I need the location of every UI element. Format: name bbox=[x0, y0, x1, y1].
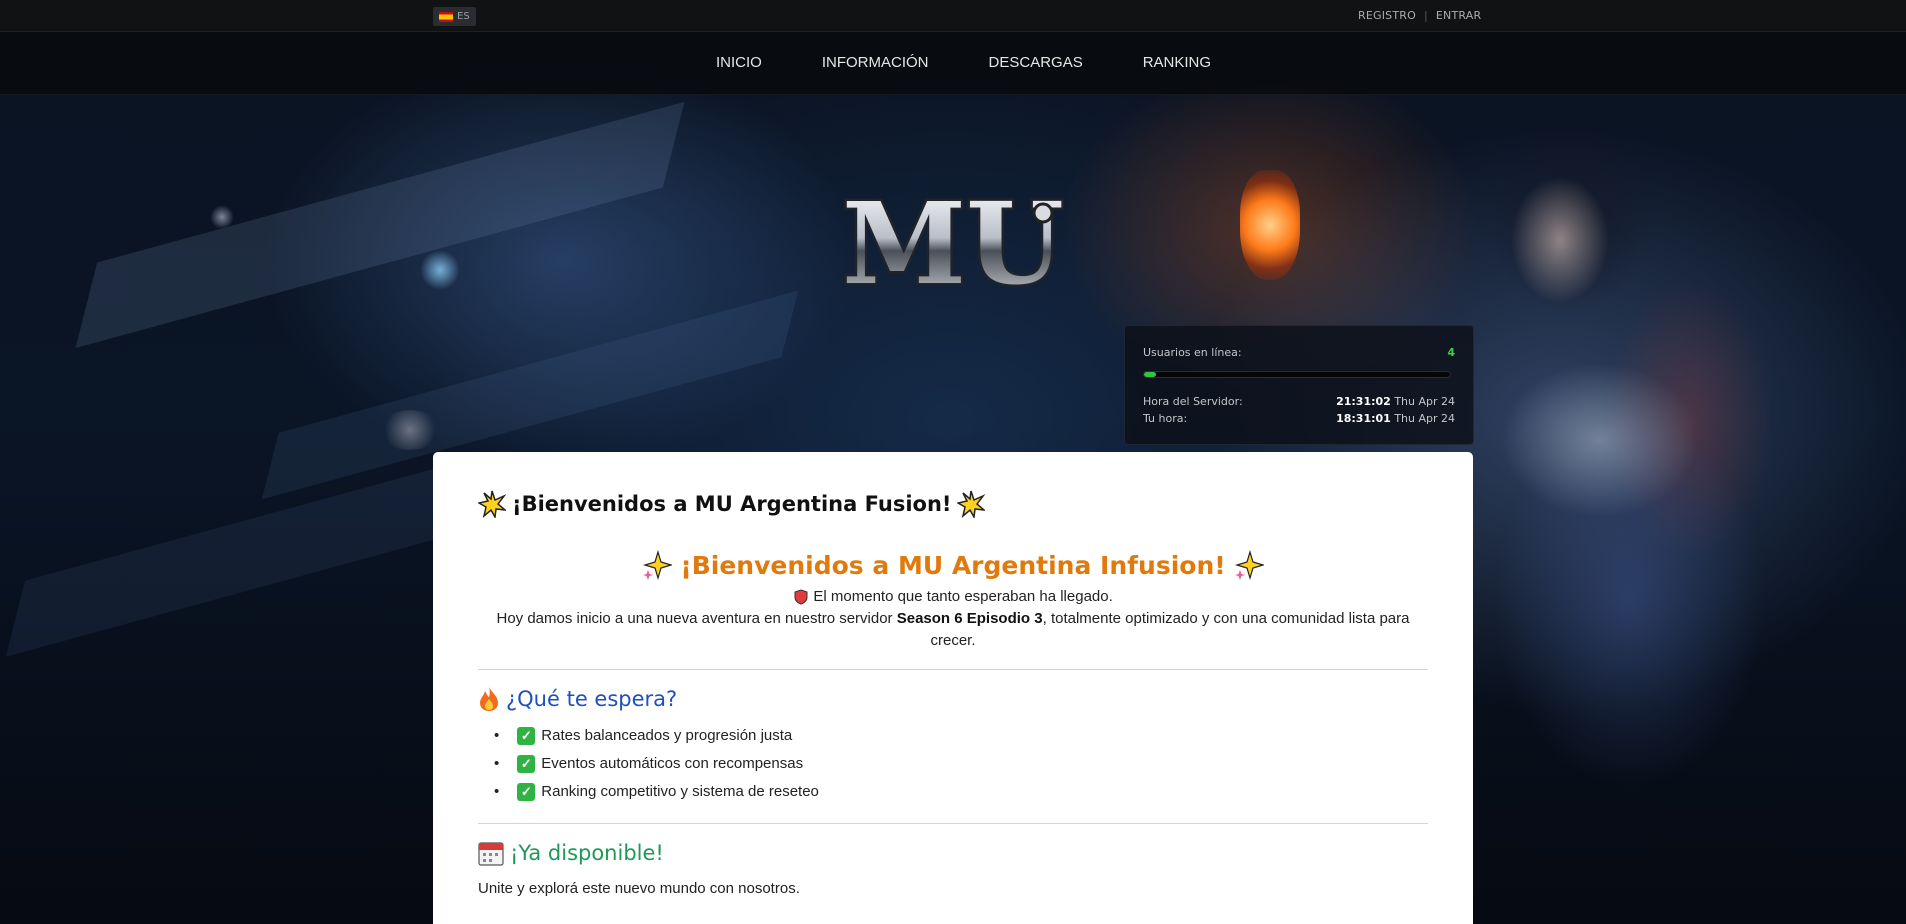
mu-logo-graphic: MU bbox=[840, 177, 1067, 313]
login-link[interactable]: ENTRAR bbox=[1436, 9, 1481, 22]
spain-flag-icon bbox=[439, 11, 453, 22]
fire-orb bbox=[1240, 170, 1300, 280]
feature-text: Eventos automáticos con recompensas bbox=[541, 755, 804, 772]
expect-heading-row: ¿Qué te espera? bbox=[478, 686, 1428, 712]
check-icon: ✓ bbox=[517, 727, 536, 745]
available-heading: ¡Ya disponible! bbox=[510, 841, 664, 865]
online-users-bar bbox=[1143, 371, 1451, 378]
nav-item-inicio[interactable]: INICIO bbox=[716, 54, 762, 71]
mu-logo[interactable]: MU bbox=[833, 177, 1073, 313]
sparkles-icon bbox=[643, 550, 673, 580]
server-time-label: Hora del Servidor: bbox=[1143, 395, 1243, 408]
season-name: Season 6 Episodio 3 bbox=[896, 610, 1043, 627]
available-heading-row: ¡Ya disponible! bbox=[478, 840, 1428, 866]
online-users-label: Usuarios en línea: bbox=[1143, 346, 1242, 359]
nav-item-ranking[interactable]: RANKING bbox=[1143, 54, 1211, 71]
intro-text: El momento que tanto esperaban ha llegad… bbox=[478, 586, 1428, 652]
star-burst-icon bbox=[957, 490, 986, 518]
feature-text: Rates balanceados y progresión justa bbox=[541, 727, 793, 744]
your-date-value: Thu Apr 24 bbox=[1394, 412, 1455, 425]
warrior-character-art bbox=[1440, 120, 1770, 924]
online-users-count: 4 bbox=[1447, 346, 1455, 359]
language-selector[interactable]: ES bbox=[433, 7, 476, 26]
divider bbox=[478, 669, 1428, 670]
nav-item-descargas[interactable]: DESCARGAS bbox=[989, 54, 1083, 71]
check-icon: ✓ bbox=[517, 783, 536, 801]
your-time-label: Tu hora: bbox=[1143, 412, 1188, 425]
server-date-value: Thu Apr 24 bbox=[1394, 395, 1455, 408]
fire-icon bbox=[480, 687, 498, 711]
main-nav: INICIO INFORMACIÓN DESCARGAS RANKING bbox=[0, 32, 1906, 95]
intro-line-2-start: Hoy damos inicio a una nueva aventura en… bbox=[496, 610, 897, 627]
intro-line-1-text: El momento que tanto esperaban ha llegad… bbox=[813, 588, 1113, 605]
feature-text: Ranking competitivo y sistema de reseteo bbox=[541, 783, 819, 800]
welcome-heading-row: ¡Bienvenidos a MU Argentina Infusion! bbox=[478, 550, 1428, 580]
your-time-value: 18:31:01 bbox=[1336, 412, 1391, 425]
auth-links: REGISTRO | ENTRAR bbox=[1358, 9, 1481, 22]
expect-heading: ¿Qué te espera? bbox=[506, 687, 678, 711]
welcome-heading: ¡Bienvenidos a MU Argentina Infusion! bbox=[680, 550, 1226, 580]
intro-line-1: El momento que tanto esperaban ha llegad… bbox=[478, 586, 1428, 608]
news-title-row: ¡Bienvenidos a MU Argentina Fusion! bbox=[478, 490, 1428, 518]
check-icon: ✓ bbox=[517, 755, 536, 773]
calendar-icon bbox=[478, 842, 504, 866]
server-time-row: Hora del Servidor: 21:31:02 Thu Apr 24 bbox=[1143, 393, 1455, 410]
online-users-bar-fill bbox=[1144, 372, 1157, 377]
news-title: ¡Bienvenidos a MU Argentina Fusion! bbox=[512, 492, 952, 516]
available-text: Unite y explorá este nuevo mundo con nos… bbox=[478, 880, 800, 897]
server-time-value: 21:31:02 bbox=[1336, 395, 1391, 408]
intro-line-2: Hoy damos inicio a una nueva aventura en… bbox=[478, 608, 1428, 652]
svg-text:MU: MU bbox=[842, 185, 1064, 305]
your-time-row: Tu hora: 18:31:01 Thu Apr 24 bbox=[1143, 410, 1455, 427]
top-bar: ES REGISTRO | ENTRAR bbox=[0, 0, 1906, 32]
list-item: ✓ Rates balanceados y progresión justa bbox=[508, 722, 1428, 750]
feature-list: ✓ Rates balanceados y progresión justa ✓… bbox=[508, 722, 1428, 806]
divider bbox=[478, 823, 1428, 824]
list-item: ✓ Ranking competitivo y sistema de reset… bbox=[508, 778, 1428, 806]
nav-item-informacion[interactable]: INFORMACIÓN bbox=[822, 54, 929, 71]
shield-icon bbox=[794, 589, 808, 605]
sparkles-icon bbox=[1234, 550, 1264, 580]
register-link[interactable]: REGISTRO bbox=[1358, 9, 1416, 22]
news-card: ¡Bienvenidos a MU Argentina Fusion! ¡Bie… bbox=[433, 452, 1473, 924]
list-item: ✓ Eventos automáticos con recompensas bbox=[508, 750, 1428, 778]
server-status-panel: Usuarios en línea: 4 Hora del Servidor: … bbox=[1124, 325, 1474, 445]
link-separator: | bbox=[1423, 9, 1428, 22]
star-burst-icon bbox=[478, 490, 506, 518]
language-code: ES bbox=[457, 11, 470, 22]
